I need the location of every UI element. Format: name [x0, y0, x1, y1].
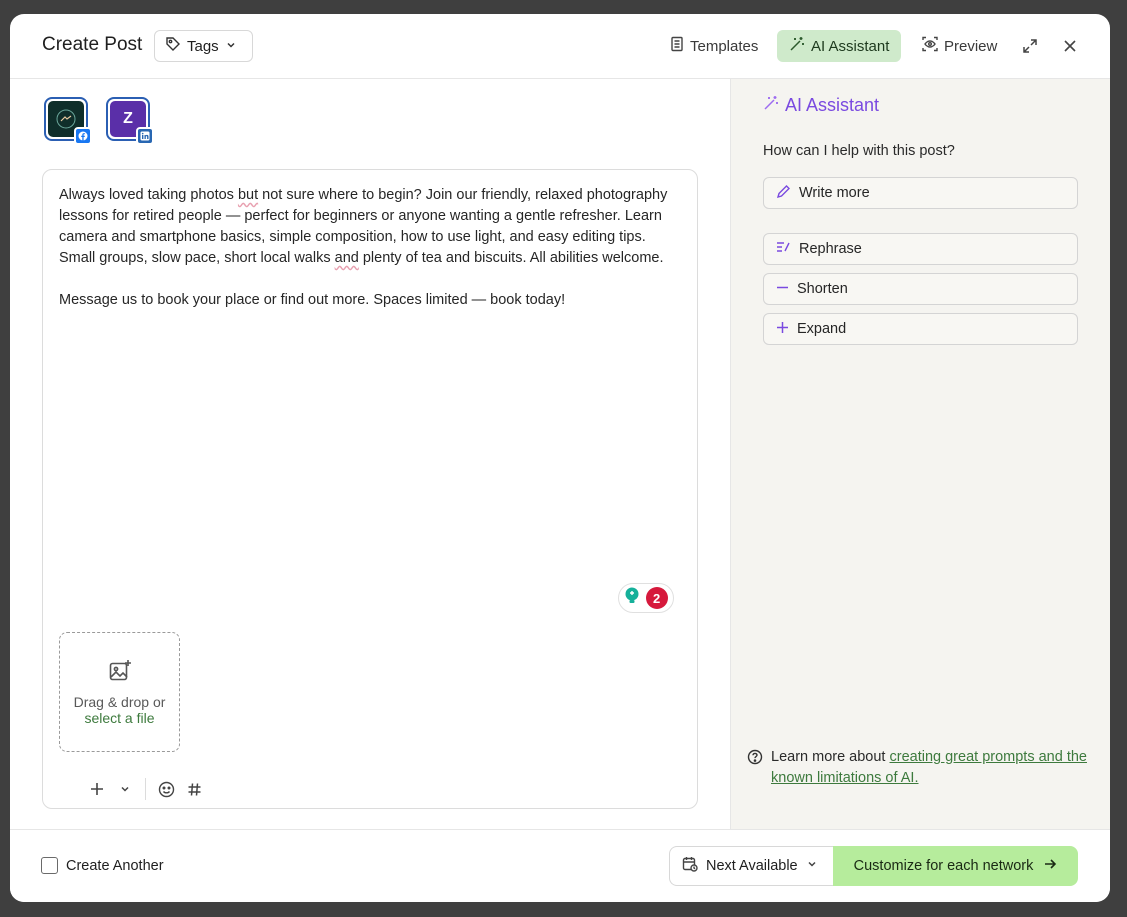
create-another-toggle[interactable]: Create Another: [41, 857, 164, 874]
shorten-label: Shorten: [797, 281, 848, 297]
ai-assistant-panel: AI Assistant How can I help with this po…: [730, 79, 1110, 829]
ai-assistant-button[interactable]: AI Assistant: [777, 30, 902, 62]
document-icon: [670, 36, 684, 56]
modal-header: Create Post Tags Templates AI Assistant: [10, 14, 1110, 79]
ai-panel-title-label: AI Assistant: [785, 95, 880, 115]
grammar-checker-widget[interactable]: 2: [618, 583, 674, 613]
toolbar-divider: [145, 778, 146, 800]
rephrase-icon: [776, 241, 791, 258]
add-icon[interactable]: [83, 775, 111, 803]
spelling-flag[interactable]: and: [335, 250, 359, 266]
schedule-dropdown[interactable]: Next Available: [669, 846, 834, 886]
expand-button[interactable]: Expand: [763, 313, 1078, 345]
templates-label: Templates: [690, 37, 759, 55]
ai-panel-title: AI Assistant: [763, 95, 879, 116]
magic-wand-icon: [763, 95, 779, 116]
select-file-link[interactable]: select a file: [84, 710, 154, 726]
modal-footer: Create Another Next Available Customize …: [10, 829, 1110, 902]
chevron-down-icon: [806, 858, 818, 874]
expand-icon[interactable]: [1018, 34, 1042, 58]
customize-label: Customize for each network: [853, 858, 1034, 874]
templates-button[interactable]: Templates: [658, 30, 770, 62]
grammar-issue-count: 2: [645, 587, 668, 609]
create-post-modal: Create Post Tags Templates AI Assistant: [10, 14, 1110, 902]
ai-question: How can I help with this post?: [763, 143, 955, 159]
calendar-icon: [682, 856, 698, 876]
plus-icon: [776, 321, 789, 338]
create-another-checkbox[interactable]: [41, 857, 58, 874]
tags-button[interactable]: Tags: [154, 30, 253, 62]
composer-panel: Z Always loved taking photos but not sur…: [10, 79, 730, 829]
drop-text: Drag & drop or: [73, 693, 166, 710]
post-editor[interactable]: Always loved taking photos but not sure …: [42, 169, 698, 809]
preview-label: Preview: [944, 37, 998, 55]
chevron-down-icon: [225, 38, 237, 55]
preview-button[interactable]: Preview: [910, 30, 1009, 62]
minus-icon: [776, 281, 789, 298]
write-more-label: Write more: [799, 185, 870, 201]
post-text-segment: plenty of tea and biscuits. All abilitie…: [358, 250, 664, 266]
create-another-label: Create Another: [66, 857, 164, 874]
ai-assistant-label: AI Assistant: [811, 37, 890, 55]
help-circle-icon: [747, 749, 763, 789]
linkedin-icon: [136, 127, 154, 145]
expand-label: Expand: [797, 321, 847, 337]
media-dropzone[interactable]: Drag & drop or select a file: [59, 632, 180, 752]
post-text-segment: Always loved taking photos: [59, 187, 238, 203]
ai-help-note: Learn more about creating great prompts …: [747, 747, 1087, 789]
tags-label: Tags: [187, 37, 219, 55]
spelling-flag[interactable]: but: [238, 187, 258, 203]
close-icon[interactable]: [1058, 34, 1082, 58]
lightbulb-icon: [624, 587, 640, 610]
account-avatar-linkedin[interactable]: Z: [106, 97, 154, 145]
facebook-icon: [74, 127, 92, 145]
help-text: Learn more about creating great prompts …: [771, 747, 1087, 789]
write-more-button[interactable]: Write more: [763, 177, 1078, 209]
add-image-icon: [108, 659, 132, 686]
post-text-segment: Message us to book your place or find ou…: [59, 292, 566, 308]
post-text[interactable]: Always loved taking photos but not sure …: [59, 185, 679, 311]
schedule-label: Next Available: [706, 858, 798, 874]
preview-eye-icon: [922, 36, 938, 56]
emoji-icon[interactable]: [152, 775, 180, 803]
hashtag-icon[interactable]: [180, 775, 208, 803]
page-title: Create Post: [42, 34, 143, 55]
shorten-button[interactable]: Shorten: [763, 273, 1078, 305]
rephrase-label: Rephrase: [799, 241, 862, 257]
help-prefix: Learn more about: [771, 749, 890, 765]
tag-icon: [165, 36, 181, 56]
editor-toolbar: [83, 774, 208, 804]
pencil-icon: [776, 184, 791, 203]
account-avatar-facebook[interactable]: [44, 97, 92, 145]
rephrase-button[interactable]: Rephrase: [763, 233, 1078, 265]
chevron-down-icon[interactable]: [111, 775, 139, 803]
magic-wand-icon: [789, 36, 805, 56]
arrow-right-icon: [1043, 857, 1057, 875]
customize-for-each-network-button[interactable]: Customize for each network: [833, 846, 1078, 886]
